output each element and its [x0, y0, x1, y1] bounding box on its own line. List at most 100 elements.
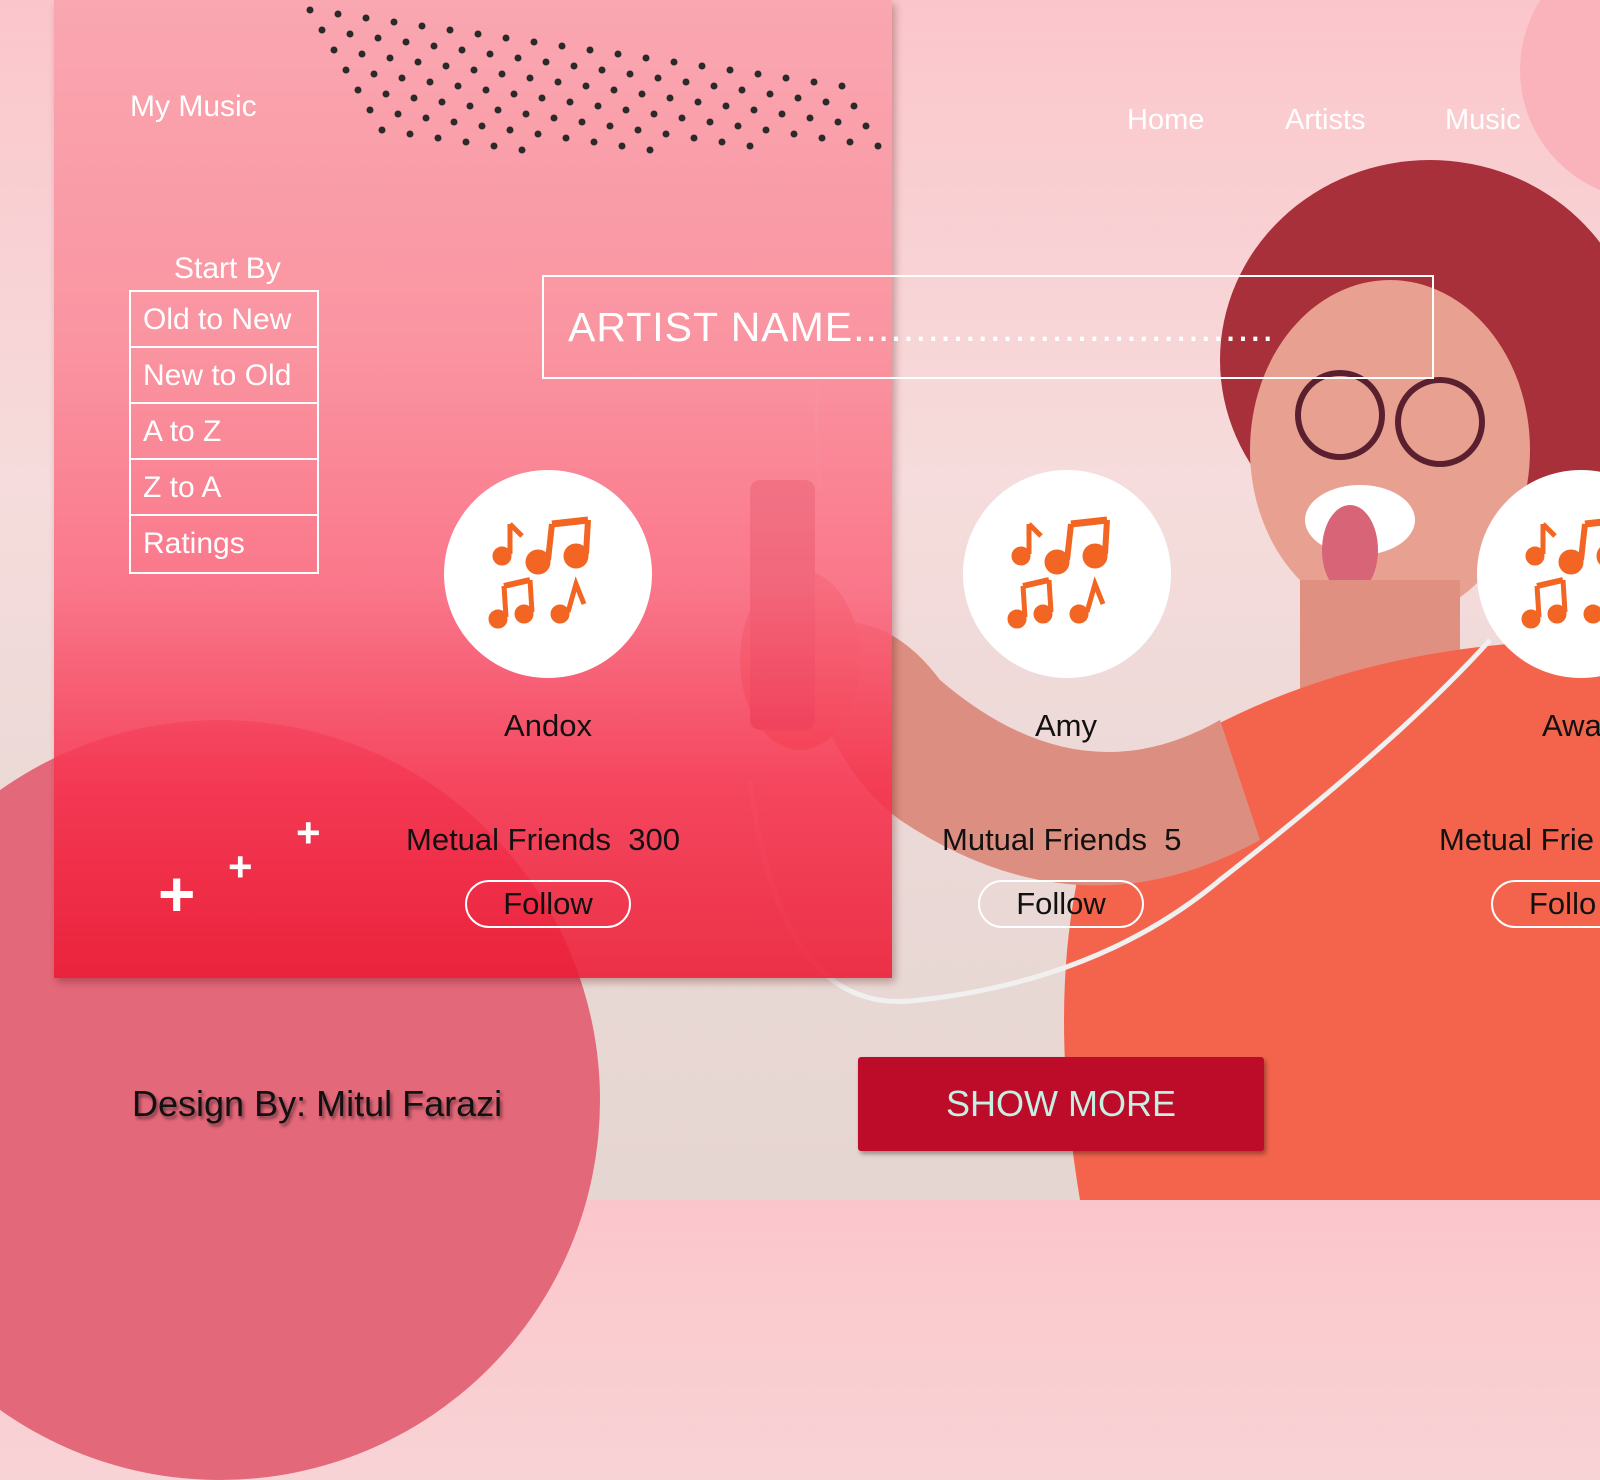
mutual-friends-value: 300: [628, 822, 680, 857]
decor-dot: [498, 70, 506, 78]
mutual-friends-label: Metual Frie: [1439, 822, 1595, 857]
decor-dot: [810, 78, 818, 86]
mutual-friends-count: Mutual Friends 5: [942, 822, 1182, 858]
decor-dot: [430, 42, 438, 50]
decor-dot: [390, 18, 398, 26]
decor-dot: [374, 34, 382, 42]
decor-dot: [690, 134, 698, 142]
decor-dot: [518, 146, 526, 154]
decor-dot: [766, 90, 774, 98]
decor-dot: [738, 86, 746, 94]
artist-name[interactable]: Awa: [1492, 708, 1600, 744]
decor-dot: [434, 134, 442, 142]
decor-dot: [790, 130, 798, 138]
mutual-friends-count: Metual Frie: [1439, 822, 1594, 858]
sort-option-z-to-a[interactable]: Z to A: [131, 460, 317, 516]
sort-option-ratings[interactable]: Ratings: [131, 516, 317, 572]
nav-music[interactable]: Music: [1445, 104, 1521, 137]
decor-dot: [622, 106, 630, 114]
decor-dot: [442, 62, 450, 70]
decor-dot: [654, 74, 662, 82]
decor-dot: [474, 30, 482, 38]
decor-dot: [750, 106, 758, 114]
plus-icon: +: [296, 809, 321, 856]
decor-dot: [706, 118, 714, 126]
decor-dot: [554, 78, 562, 86]
decor-dot: [466, 102, 474, 110]
sort-option-a-to-z[interactable]: A to Z: [131, 404, 317, 460]
sort-option-old-to-new[interactable]: Old to New: [131, 292, 317, 348]
decor-dot: [446, 26, 454, 34]
decor-dot: [378, 126, 386, 134]
follow-button[interactable]: Follow: [465, 880, 631, 928]
show-more-button[interactable]: SHOW MORE: [858, 1057, 1264, 1151]
decor-dot: [354, 86, 362, 94]
mutual-friends-label: Metual Friends: [406, 822, 612, 857]
decor-dot: [358, 50, 366, 58]
decor-dot: [522, 110, 530, 118]
decor-dot: [366, 106, 374, 114]
music-notes-icon: [1007, 516, 1110, 629]
decor-dot: [626, 70, 634, 78]
decor-dot: [542, 58, 550, 66]
nav-artists[interactable]: Artists: [1285, 104, 1366, 137]
artist-avatar[interactable]: [963, 470, 1171, 678]
decor-dot: [846, 138, 854, 146]
decor-dot: [606, 122, 614, 130]
mutual-friends-label: Mutual Friends: [942, 822, 1148, 857]
decor-dot: [490, 142, 498, 150]
follow-button[interactable]: Follo: [1491, 880, 1600, 928]
decor-dot: [558, 42, 566, 50]
artist-name[interactable]: Andox: [398, 708, 698, 744]
decor-dot: [362, 14, 370, 22]
decor-dot: [482, 86, 490, 94]
decor-dot: [670, 58, 678, 66]
decor-dot: [594, 102, 602, 110]
decor-dot: [666, 94, 674, 102]
decor-dot: [570, 62, 578, 70]
decor-dot: [586, 46, 594, 54]
decor-dot: [530, 38, 538, 46]
decor-dot: [502, 34, 510, 42]
decor-dot: [402, 38, 410, 46]
decor-dot: [650, 110, 658, 118]
decor-dot: [678, 114, 686, 122]
decor-dot: [386, 54, 394, 62]
decor-dot: [494, 106, 502, 114]
decor-dot: [478, 122, 486, 130]
app-logo[interactable]: My Music: [130, 90, 257, 124]
decor-dot: [610, 86, 618, 94]
decor-dot: [330, 46, 338, 54]
decor-dot: [710, 82, 718, 90]
decor-dot: [590, 138, 598, 146]
decor-dot: [438, 98, 446, 106]
decor-dot: [874, 142, 882, 150]
decor-dot: [646, 146, 654, 154]
decor-dot: [306, 6, 314, 14]
decor-dot: [718, 138, 726, 146]
decor-dot: [534, 130, 542, 138]
decor-dot: [526, 74, 534, 82]
decor-dot: [562, 134, 570, 142]
decor-dot: [614, 50, 622, 58]
follow-button[interactable]: Follow: [978, 880, 1144, 928]
decor-dot: [346, 30, 354, 38]
music-notes-icon: [488, 516, 591, 629]
decor-dot: [406, 130, 414, 138]
decor-dot: [822, 98, 830, 106]
decor-dot: [462, 138, 470, 146]
artist-avatar[interactable]: [444, 470, 652, 678]
mutual-friends-value: 5: [1164, 822, 1182, 857]
decor-dot: [862, 122, 870, 130]
decor-dot: [734, 122, 742, 130]
decor-dot: [470, 66, 478, 74]
nav-home[interactable]: Home: [1127, 104, 1204, 137]
sort-option-new-to-old[interactable]: New to Old: [131, 348, 317, 404]
artist-name[interactable]: Amy: [916, 708, 1216, 744]
designer-credit: Design By: Mitul Farazi: [132, 1083, 503, 1124]
decor-dot: [458, 46, 466, 54]
decor-dot: [782, 74, 790, 82]
decor-dot: [778, 110, 786, 118]
decor-dot: [722, 102, 730, 110]
decor-dot: [682, 78, 690, 86]
